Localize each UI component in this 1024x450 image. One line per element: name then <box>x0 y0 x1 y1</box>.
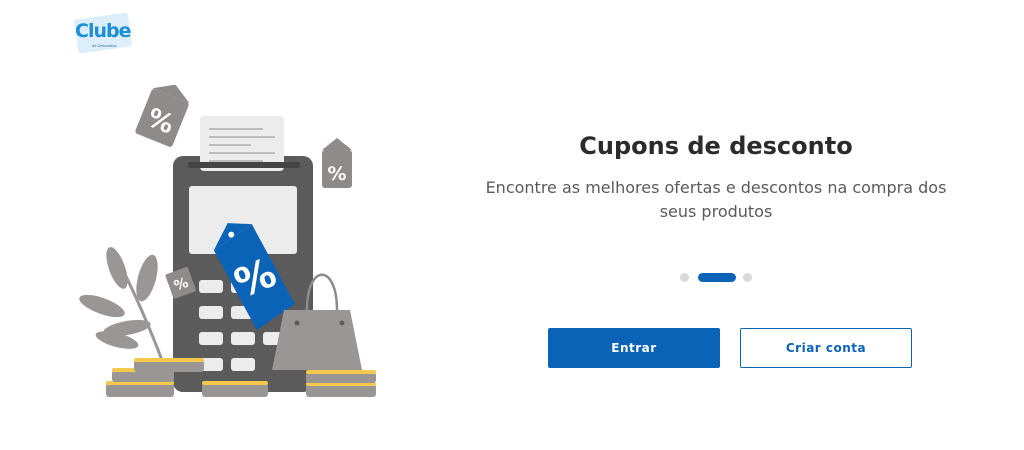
svg-text:%: % <box>327 163 346 185</box>
login-button[interactable]: Entrar <box>548 328 720 368</box>
coupon-illustration: % % % % <box>79 84 376 397</box>
onboarding-content: Cupons de desconto Encontre as melhores … <box>468 128 964 224</box>
plant-illustration <box>79 247 164 361</box>
carousel-dot-1[interactable] <box>680 273 689 282</box>
carousel-indicator <box>680 272 752 282</box>
carousel-dot-3[interactable] <box>743 273 752 282</box>
logo-text: Clube <box>75 20 131 42</box>
gray-discount-tag-small: % <box>322 138 352 188</box>
brand-logo[interactable]: Clube de Descontos <box>72 12 134 54</box>
carousel-dot-2-active[interactable] <box>698 273 736 282</box>
gray-discount-tag-large: % <box>135 84 190 147</box>
create-account-button[interactable]: Criar conta <box>740 328 912 368</box>
onboarding-title: Cupons de desconto <box>579 132 853 160</box>
logo-subtext: de Descontos <box>92 43 117 48</box>
onboarding-subtitle: Encontre as melhores ofertas e descontos… <box>485 178 947 221</box>
